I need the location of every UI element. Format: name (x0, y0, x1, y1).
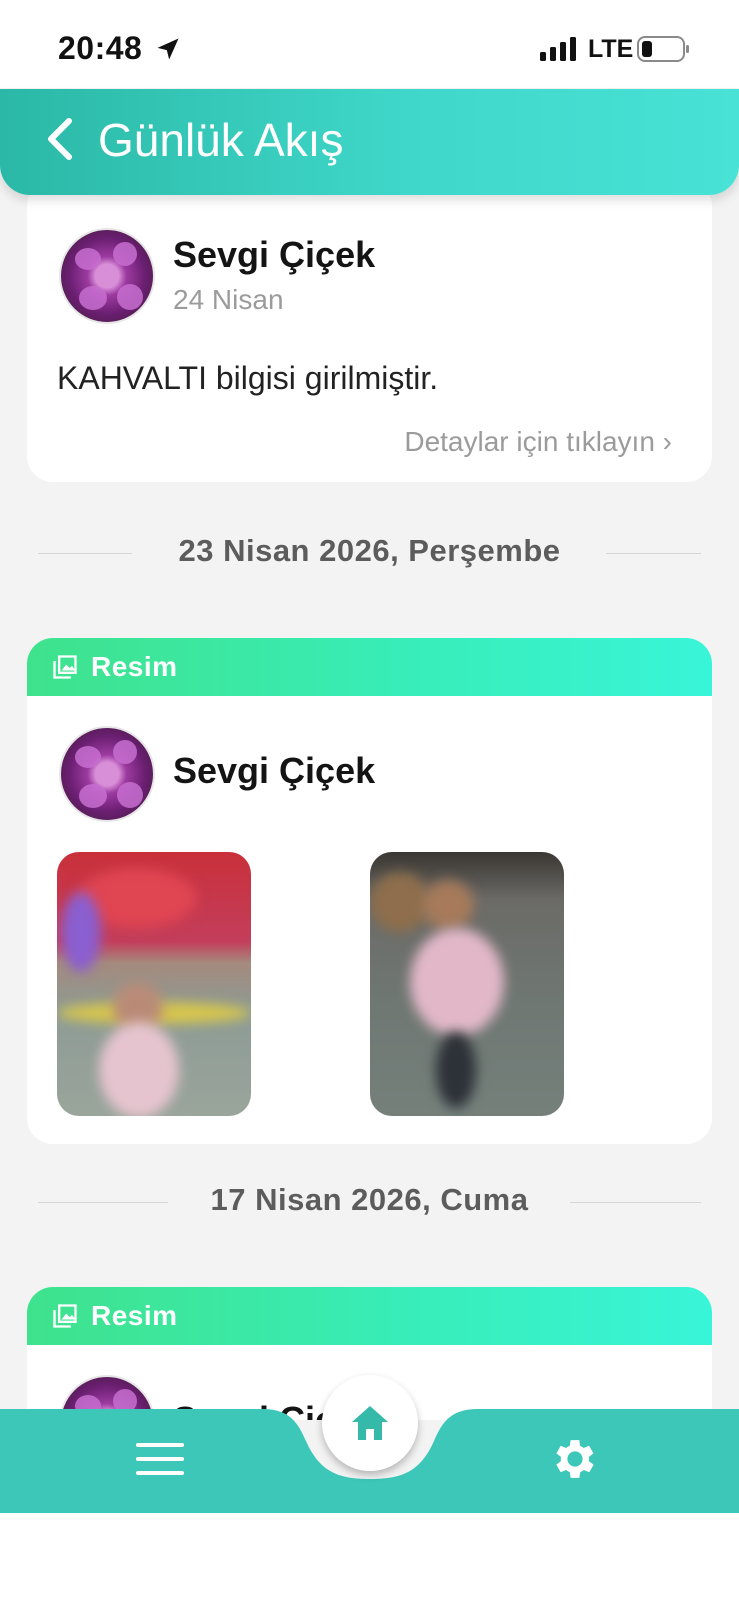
hamburger-menu-icon (136, 1443, 184, 1475)
person-name: Sevgi Çiçek (173, 750, 376, 791)
image-icon (53, 1304, 77, 1328)
gear-icon (556, 1440, 594, 1478)
status-time: 20:48 (58, 30, 143, 66)
date-separator: 17 Nisan 2026, Cuma (38, 1182, 701, 1222)
post-date: 24 Nisan (173, 284, 284, 315)
details-link[interactable]: Detaylar için tıklayın › (404, 426, 672, 458)
location-arrow-icon (157, 38, 179, 60)
photo-badge: Resim (27, 638, 712, 696)
feed-card-meal[interactable]: Sevgi Çiçek 24 Nisan KAHVALTI bilgisi gi… (27, 190, 712, 482)
home-icon (352, 1406, 388, 1440)
photo-thumbnail[interactable] (370, 852, 564, 1116)
post-text: KAHVALTI bilgisi girilmiştir. (57, 360, 439, 396)
chevron-left-icon (48, 118, 72, 160)
person-name: Sevgi Çiçek (173, 234, 376, 275)
feed-card-photo[interactable]: Resim Sevgi Çiçek (27, 638, 712, 1144)
menu-button[interactable] (128, 1431, 192, 1487)
badge-label: Resim (91, 651, 178, 682)
photo-thumbnail[interactable] (57, 852, 251, 1116)
feed-list[interactable]: Sevgi Çiçek 24 Nisan KAHVALTI bilgisi gi… (0, 190, 739, 1420)
avatar (59, 228, 155, 324)
status-bar: 20:48 LTE (0, 0, 739, 88)
home-indicator-area (0, 1513, 739, 1600)
bottom-navigation (0, 1375, 739, 1513)
date-separator: 23 Nisan 2026, Perşembe (38, 533, 701, 573)
settings-button[interactable] (545, 1429, 605, 1489)
image-icon (53, 655, 77, 679)
photo-badge: Resim (27, 1287, 712, 1345)
signal-bars-icon (540, 37, 576, 61)
back-button[interactable] (30, 109, 90, 169)
badge-label: Resim (91, 1300, 178, 1331)
page-title: Günlük Akış (98, 114, 344, 166)
network-type: LTE (588, 35, 634, 63)
date-separator-label: 17 Nisan 2026, Cuma (210, 1182, 529, 1217)
daily-feed-screen: 20:48 LTE Günlük Akış Sevgi Çiçek 24 Nis… (0, 0, 739, 1600)
avatar (59, 726, 155, 822)
home-button[interactable] (322, 1375, 418, 1471)
battery-icon (637, 36, 689, 62)
app-header: Günlük Akış (0, 89, 739, 195)
date-separator-label: 23 Nisan 2026, Perşembe (178, 533, 561, 568)
